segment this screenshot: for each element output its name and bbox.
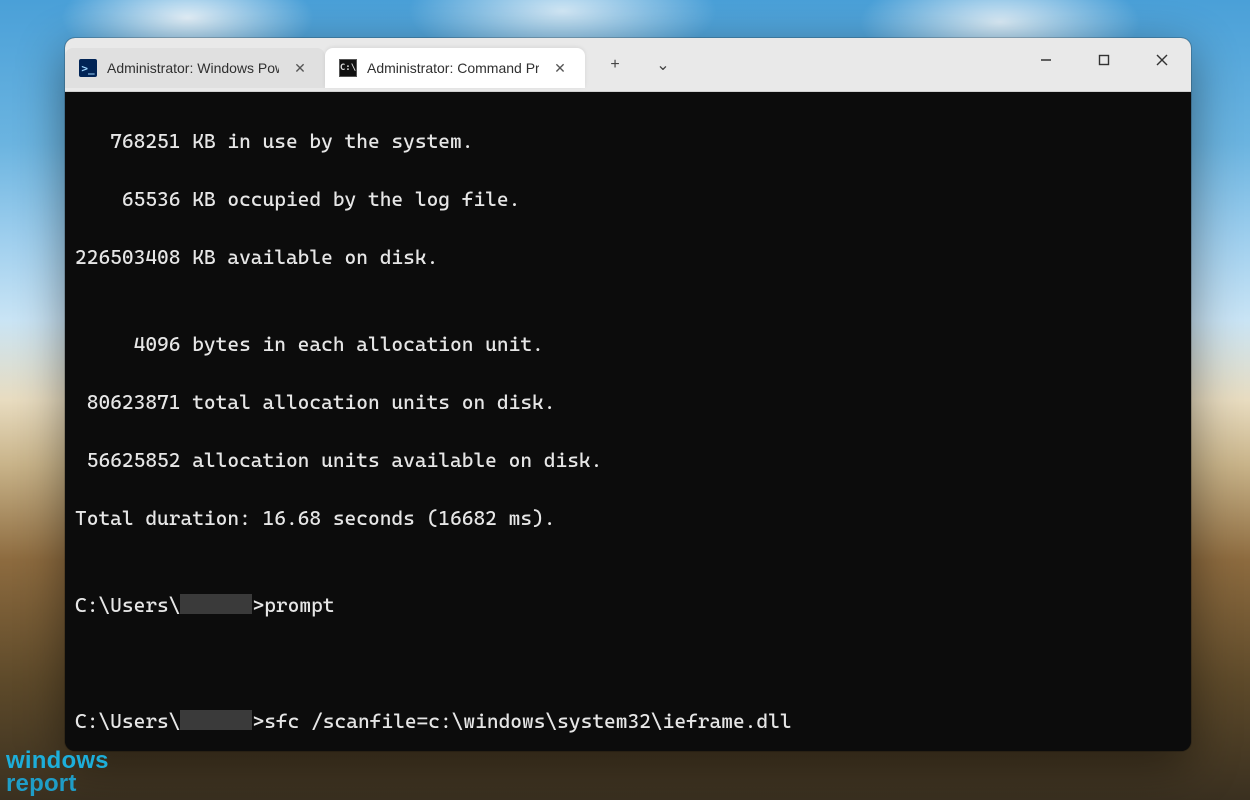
watermark-logo: windows report [6, 750, 109, 796]
redacted-username [180, 594, 252, 614]
powershell-icon: >_ [79, 59, 97, 77]
terminal-line: C:\Users\>sfc /scanfile=c:\windows\syste… [75, 707, 1181, 736]
desktop-wallpaper: >_ Administrator: Windows PowerS ✕ C:\ A… [0, 0, 1250, 800]
cmd-icon: C:\ [339, 59, 357, 77]
tab-dropdown-button[interactable]: ⌄ [641, 43, 685, 87]
command-text: sfc /scanfile=c:\windows\system32\iefram… [264, 709, 791, 733]
titlebar: >_ Administrator: Windows PowerS ✕ C:\ A… [65, 38, 1191, 92]
tab-command-prompt[interactable]: C:\ Administrator: Command Promp ✕ [325, 48, 585, 88]
window-controls [1017, 38, 1191, 91]
tab-actions: + ⌄ [593, 38, 685, 91]
terminal-line: 80623871 total allocation units on disk. [75, 388, 1181, 417]
terminal-line [75, 649, 1181, 678]
terminal-line: 226503408 KB available on disk. [75, 243, 1181, 272]
close-tab-button[interactable]: ✕ [289, 57, 311, 79]
terminal-line: 768251 KB in use by the system. [75, 127, 1181, 156]
watermark-line2: report [6, 773, 109, 796]
new-tab-button[interactable]: + [593, 43, 637, 87]
tab-powershell[interactable]: >_ Administrator: Windows PowerS ✕ [65, 48, 325, 88]
command-text: prompt [264, 593, 334, 617]
tab-label: Administrator: Command Promp [367, 60, 539, 76]
terminal-line: 65536 KB occupied by the log file. [75, 185, 1181, 214]
minimize-button[interactable] [1017, 38, 1075, 82]
close-tab-button[interactable]: ✕ [549, 57, 571, 79]
terminal-line: 56625852 allocation units available on d… [75, 446, 1181, 475]
close-window-button[interactable] [1133, 38, 1191, 82]
terminal-line: C:\Users\>prompt [75, 591, 1181, 620]
terminal-line: 4096 bytes in each allocation unit. [75, 330, 1181, 359]
terminal-window: >_ Administrator: Windows PowerS ✕ C:\ A… [65, 38, 1191, 751]
terminal-output[interactable]: 768251 KB in use by the system. 65536 KB… [65, 92, 1191, 751]
redacted-username [180, 710, 252, 730]
terminal-line: Total duration: 16.68 seconds (16682 ms)… [75, 504, 1181, 533]
tab-label: Administrator: Windows PowerS [107, 60, 279, 76]
maximize-button[interactable] [1075, 38, 1133, 82]
